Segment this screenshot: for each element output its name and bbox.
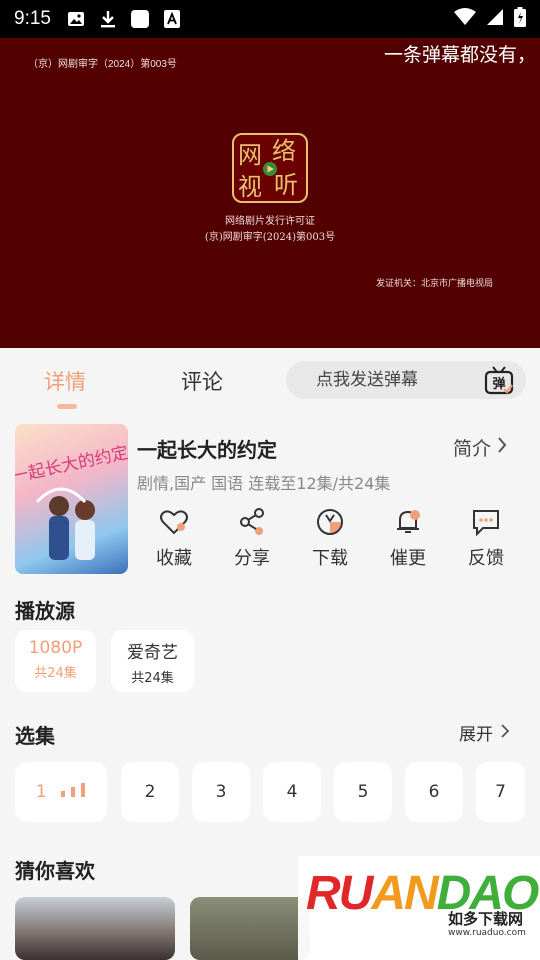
license-number: (京)网剧审字(2024)第003号 [204, 232, 336, 243]
episode-6[interactable]: 6 [405, 762, 463, 822]
danmaku-text: 一条弹幕都没有， [384, 44, 537, 66]
chevron-right-icon [501, 723, 510, 743]
seal-glyph-4: 听 [274, 171, 298, 199]
wifi-icon [454, 8, 476, 30]
chevron-right-icon [497, 436, 507, 459]
danmaku-placeholder: 点我发送弹幕 [316, 370, 418, 390]
download-icon [317, 509, 343, 535]
recommend-card-1[interactable] [15, 897, 175, 960]
font-box-icon [163, 10, 181, 28]
episode-3[interactable]: 3 [192, 762, 250, 822]
episode-number: 6 [428, 782, 440, 802]
danmaku-toggle-button[interactable]: 弹 [484, 365, 514, 395]
tab-bar: 详情 评论 点我发送弹幕 弹 [0, 348, 540, 412]
status-bar: 9:15 [0, 0, 540, 38]
video-player[interactable]: （京）网剧审字（2024）第003号 一条弹幕都没有， 网 络 视 听 网络剧片… [0, 38, 540, 348]
show-meta: 剧情,国产 国语 连载至12集/共24集 [137, 474, 391, 493]
feedback-icon [473, 510, 499, 536]
urge-update-label: 催更 [390, 548, 426, 569]
episode-number: 7 [495, 782, 506, 802]
watermark-cn: 如多下载网 [448, 910, 524, 928]
tab-details[interactable]: 详情 [44, 366, 86, 396]
share-icon [240, 508, 264, 535]
intro-button[interactable]: 简介 [453, 434, 507, 461]
favorite-label: 收藏 [156, 548, 192, 569]
source-iqiyi[interactable]: 爱奇艺 共24集 [111, 630, 194, 692]
download-button[interactable]: 下载 [300, 508, 360, 570]
action-row: 收藏 分享 下载 催更 反馈 [137, 508, 532, 578]
poster-title-text: 一起长大的约定 [15, 443, 128, 487]
recommend-card-2[interactable] [190, 897, 310, 960]
bell-icon [397, 510, 420, 533]
feedback-button[interactable]: 反馈 [456, 508, 516, 570]
license-name: 网络剧片发行许可证 [225, 216, 315, 227]
episode-number: 1 [35, 782, 47, 802]
favorite-button[interactable]: 收藏 [144, 508, 204, 570]
source-1080p[interactable]: 1080P 共24集 [15, 630, 96, 692]
license-issuer: 发证机关：北京市广播电视局 [376, 279, 494, 289]
show-title: 一起长大的约定 [137, 438, 277, 462]
tab-comments[interactable]: 评论 [181, 366, 223, 396]
intro-label: 简介 [453, 438, 492, 460]
watermark-url: www.ruaduo.com [448, 928, 526, 938]
expand-episodes-button[interactable]: 展开 [459, 720, 510, 745]
download-label: 下载 [312, 548, 348, 569]
source-count: 共24集 [131, 671, 174, 686]
playing-bars-icon [60, 762, 86, 822]
seal-glyph-3: 视 [238, 173, 262, 201]
show-poster[interactable]: 一起长大的约定 [15, 424, 128, 574]
seal-glyph-1: 网 [238, 141, 262, 169]
urge-update-button[interactable]: 催更 [378, 508, 438, 570]
episode-number: 3 [215, 782, 227, 802]
source-name: 爱奇艺 [127, 643, 178, 663]
site-watermark-logo: RUANDAO 如多下载网 www.ruaduo.com [298, 856, 540, 960]
source-count: 共24集 [34, 666, 77, 681]
episode-number: 5 [357, 782, 369, 802]
sources-title: 播放源 [15, 599, 75, 623]
seal-glyph-2: 络 [272, 137, 296, 165]
status-time: 9:15 [14, 8, 51, 29]
battery-icon [514, 7, 526, 31]
license-top-text: （京）网剧审字（2024）第003号 [28, 59, 177, 70]
episodes-title: 选集 [15, 724, 55, 748]
episode-number: 4 [286, 782, 298, 802]
license-text-block: 网络剧片发行许可证 (京)网剧审字(2024)第003号 [200, 214, 340, 246]
feedback-label: 反馈 [468, 548, 504, 569]
network-av-seal-logo: 网 络 视 听 [232, 133, 308, 203]
source-name: 1080P [28, 638, 83, 658]
episode-number: 2 [144, 782, 156, 802]
app-square-icon [130, 10, 149, 28]
episode-1[interactable]: 1 [15, 762, 107, 822]
episode-2[interactable]: 2 [121, 762, 179, 822]
recommend-title: 猜你喜欢 [15, 859, 95, 883]
share-button[interactable]: 分享 [222, 508, 282, 570]
download-status-icon [99, 10, 117, 28]
share-label: 分享 [234, 548, 270, 569]
gallery-icon [67, 10, 85, 28]
heart-icon [160, 510, 188, 535]
episode-5[interactable]: 5 [334, 762, 392, 822]
signal-icon [486, 8, 504, 30]
tab-indicator [57, 404, 77, 409]
expand-label: 展开 [459, 725, 493, 745]
episode-4[interactable]: 4 [263, 762, 321, 822]
episode-7[interactable]: 7 [476, 762, 525, 822]
